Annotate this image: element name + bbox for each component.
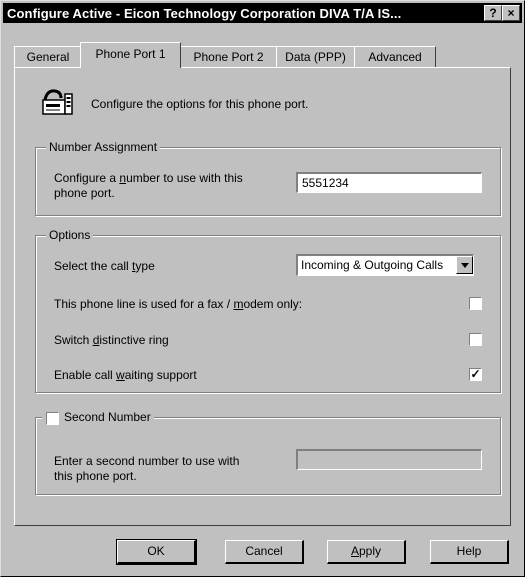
help-title-button[interactable]: ? (484, 5, 502, 21)
chevron-down-icon[interactable] (456, 256, 473, 274)
options-legend: Options (46, 228, 94, 242)
call-type-select[interactable]: Incoming & Outgoing Calls (296, 254, 474, 276)
tab-panel: Configure the options for this phone por… (14, 67, 511, 526)
second-number-input[interactable] (296, 449, 482, 470)
number-assignment-group: Number Assignment Configure a number to … (35, 140, 501, 216)
call-waiting-label: Enable call waiting support (54, 368, 197, 382)
fax-modem-checkbox[interactable] (469, 297, 482, 310)
call-type-label: Select the call type (54, 259, 155, 273)
help-button[interactable]: Help (430, 540, 509, 564)
tab-advanced[interactable]: Advanced (354, 46, 436, 67)
distinctive-ring-label: Switch distinctive ring (54, 333, 169, 347)
number-input[interactable]: 5551234 (296, 172, 482, 193)
title-bar[interactable]: Configure Active - Eicon Technology Corp… (3, 3, 522, 23)
options-group: Options Select the call type Incoming & … (35, 228, 501, 393)
number-label-line2: phone port. (54, 186, 115, 200)
fax-modem-label: This phone line is used for a fax / mode… (54, 297, 303, 311)
window-title: Configure Active - Eicon Technology Corp… (7, 6, 402, 21)
second-number-label-line1: Enter a second number to use with (54, 454, 240, 468)
ok-button[interactable]: OK (116, 539, 197, 565)
tab-data-ppp[interactable]: Data (PPP) (276, 46, 355, 67)
close-title-button[interactable]: × (502, 5, 520, 21)
call-type-value: Incoming & Outgoing Calls (301, 258, 444, 272)
second-number-label-line2: this phone port. (54, 469, 137, 483)
call-waiting-checkbox[interactable]: ✓ (469, 368, 482, 381)
number-assignment-legend: Number Assignment (46, 140, 161, 154)
page-description: Configure the options for this phone por… (91, 97, 309, 111)
tab-phone-port-2[interactable]: Phone Port 2 (180, 46, 277, 67)
tab-phone-port-1[interactable]: Phone Port 1 (80, 42, 181, 68)
number-label-line1: Configure a number to use with this (54, 171, 243, 185)
second-number-checkbox[interactable] (46, 412, 59, 425)
second-number-group: Second Number Enter a second number to u… (35, 410, 501, 495)
tab-general[interactable]: General (14, 46, 82, 67)
distinctive-ring-checkbox[interactable] (469, 333, 482, 346)
phone-fax-icon (42, 89, 73, 115)
cancel-button[interactable]: Cancel (225, 540, 304, 564)
apply-button[interactable]: Apply (327, 540, 406, 564)
